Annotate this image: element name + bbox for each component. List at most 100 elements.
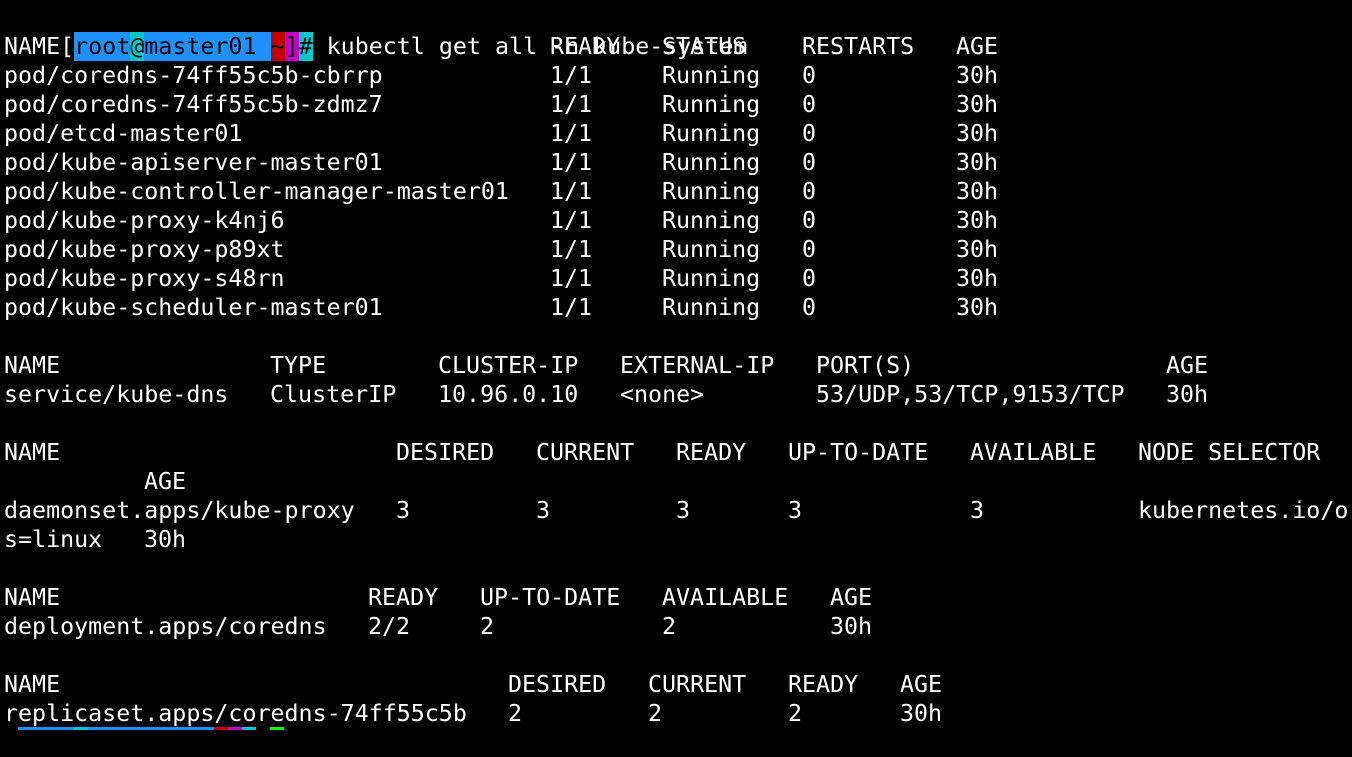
pod-cell-2: Running [662, 178, 761, 205]
replicaset-cell-3: READY [788, 671, 859, 698]
pod-cell-2: Running [662, 294, 761, 321]
pod-cell-4: AGE [956, 33, 999, 60]
table-row: pod/etcd-master01 1/1 Running 0 30h [4, 119, 1350, 148]
header-age: AGE [144, 468, 187, 495]
pod-cell-3: 0 [802, 265, 817, 292]
daemonset-age: 30h [144, 526, 187, 553]
pod-cell-1: 1/1 [550, 236, 593, 263]
header-available: AVAILABLE [970, 439, 1097, 466]
replicaset-cell-1: 2 [508, 700, 523, 727]
table-row: pod/kube-scheduler-master01 1/1 Running 0 30… [4, 293, 1350, 322]
pod-cell-4: 30h [956, 294, 999, 321]
pod-cell-2: Running [662, 236, 761, 263]
service-header-row: NAME TYPE CLUSTER-IP EXTERNAL-IP PORT(S) AGE [4, 351, 1350, 380]
service-cell-1: ClusterIP [270, 381, 397, 408]
pod-cell-0: pod/kube-proxy-s48rn [4, 265, 285, 292]
table-row: service/kube-dns ClusterIP 10.96.0.10 <none… [4, 380, 1350, 409]
pod-cell-1: 1/1 [550, 120, 593, 147]
pod-cell-1: 1/1 [550, 207, 593, 234]
pod-cell-3: RESTARTS [802, 33, 915, 60]
pod-cell-2: Running [662, 62, 761, 89]
pod-cell-3: 0 [802, 207, 817, 234]
service-cell-3: <none> [620, 381, 705, 408]
pod-cell-3: 0 [802, 236, 817, 263]
pod-cell-3: 0 [802, 294, 817, 321]
table-row: pod/kube-proxy-k4nj6 1/1 Running 0 30h [4, 206, 1350, 235]
header-name: NAME [4, 439, 61, 466]
daemonset-desired: 3 [396, 497, 411, 524]
deployment-cell-3: AVAILABLE [662, 584, 789, 611]
pod-cell-4: 30h [956, 265, 999, 292]
pod-cell-4: 30h [956, 120, 999, 147]
replicaset-cell-2: CURRENT [648, 671, 747, 698]
header-ready: READY [676, 439, 747, 466]
pod-cell-3: 0 [802, 149, 817, 176]
pod-cell-1: 1/1 [550, 149, 593, 176]
service-cell-5: 30h [1166, 381, 1209, 408]
header-node-selector: NODE SELECTOR [1138, 439, 1321, 466]
daemonset-header-wrap: AGE [4, 467, 1350, 496]
replicaset-cell-0: replicaset.apps/coredns-74ff55c5b [4, 700, 467, 727]
pod-cell-2: Running [662, 91, 761, 118]
pod-cell-1: 1/1 [550, 294, 593, 321]
table-row: daemonset.apps/kube-proxy 3 3 3 3 3 kube… [4, 496, 1350, 525]
pod-cell-2: STATUS [662, 33, 747, 60]
pod-cell-0: pod/kube-apiserver-master01 [4, 149, 383, 176]
service-cell-5: AGE [1166, 352, 1209, 379]
service-cell-4: PORT(S) [816, 352, 915, 379]
pod-header-row: NAME READY STATUS RESTARTS AGE [4, 32, 1350, 61]
deployment-cell-0: deployment.apps/coredns [4, 613, 327, 640]
table-row-wrap: s=linux 30h [4, 525, 1350, 554]
pod-cell-1: 1/1 [550, 91, 593, 118]
deployment-cell-1: READY [368, 584, 439, 611]
pod-cell-0: pod/kube-proxy-k4nj6 [4, 207, 285, 234]
pod-cell-0: pod/kube-scheduler-master01 [4, 294, 383, 321]
services-section: NAME TYPE CLUSTER-IP EXTERNAL-IP PORT(S) AGE s… [4, 351, 1350, 409]
pod-cell-4: 30h [956, 62, 999, 89]
replicaset-cell-4: 30h [900, 700, 943, 727]
table-row: pod/coredns-74ff55c5b-zdmz7 1/1 Running 0 30… [4, 90, 1350, 119]
deployment-cell-4: 30h [830, 613, 873, 640]
prompt-line: [root@master01 ~]# kubectl get all -n ku… [4, 3, 1350, 61]
service-cell-3: EXTERNAL-IP [620, 352, 775, 379]
daemonset-ready: 3 [676, 497, 691, 524]
deployment-cell-1: 2/2 [368, 613, 411, 640]
table-row: pod/kube-apiserver-master01 1/1 Running 0 30… [4, 148, 1350, 177]
pod-cell-0: pod/kube-controller-manager-master01 [4, 178, 509, 205]
replicaset-cell-3: 2 [788, 700, 803, 727]
replicaset-cell-4: AGE [900, 671, 943, 698]
pod-cell-2: Running [662, 265, 761, 292]
pod-cell-3: 0 [802, 62, 817, 89]
header-up-to-date: UP-TO-DATE [788, 439, 929, 466]
deployment-cell-2: UP-TO-DATE [480, 584, 621, 611]
service-cell-4: 53/UDP,53/TCP,9153/TCP [816, 381, 1125, 408]
table-row: replicaset.apps/coredns-74ff55c5b 2 2 2 30h [4, 699, 1350, 728]
pod-cell-1: 1/1 [550, 62, 593, 89]
pod-cell-3: 0 [802, 178, 817, 205]
header-current: CURRENT [536, 439, 635, 466]
deployment-cell-3: 2 [662, 613, 677, 640]
replicaset-cell-2: 2 [648, 700, 663, 727]
pod-cell-1: 1/1 [550, 265, 593, 292]
deployment-header-row: NAME READY UP-TO-DATE AVAILABLE AGE [4, 583, 1350, 612]
pod-cell-3: 0 [802, 91, 817, 118]
pod-cell-4: 30h [956, 236, 999, 263]
pod-cell-4: 30h [956, 207, 999, 234]
pod-cell-0: NAME [4, 33, 61, 60]
header-desired: DESIRED [396, 439, 495, 466]
pod-cell-2: Running [662, 120, 761, 147]
service-cell-2: 10.96.0.10 [438, 381, 579, 408]
pod-cell-0: pod/kube-proxy-p89xt [4, 236, 285, 263]
daemonset-up-to-date: 3 [788, 497, 803, 524]
deployment-cell-2: 2 [480, 613, 495, 640]
table-row: pod/kube-controller-manager-master01 1/1 R… [4, 177, 1350, 206]
pod-cell-1: 1/1 [550, 178, 593, 205]
pod-cell-4: 30h [956, 91, 999, 118]
daemonset-node-selector-cont: s=linux [4, 526, 103, 553]
deployments-section: NAME READY UP-TO-DATE AVAILABLE AGE deploymen… [4, 583, 1350, 641]
daemonset-available: 3 [970, 497, 985, 524]
pod-cell-0: pod/etcd-master01 [4, 120, 243, 147]
terminal-output[interactable]: [root@master01 ~]# kubectl get all -n ku… [4, 3, 1350, 730]
